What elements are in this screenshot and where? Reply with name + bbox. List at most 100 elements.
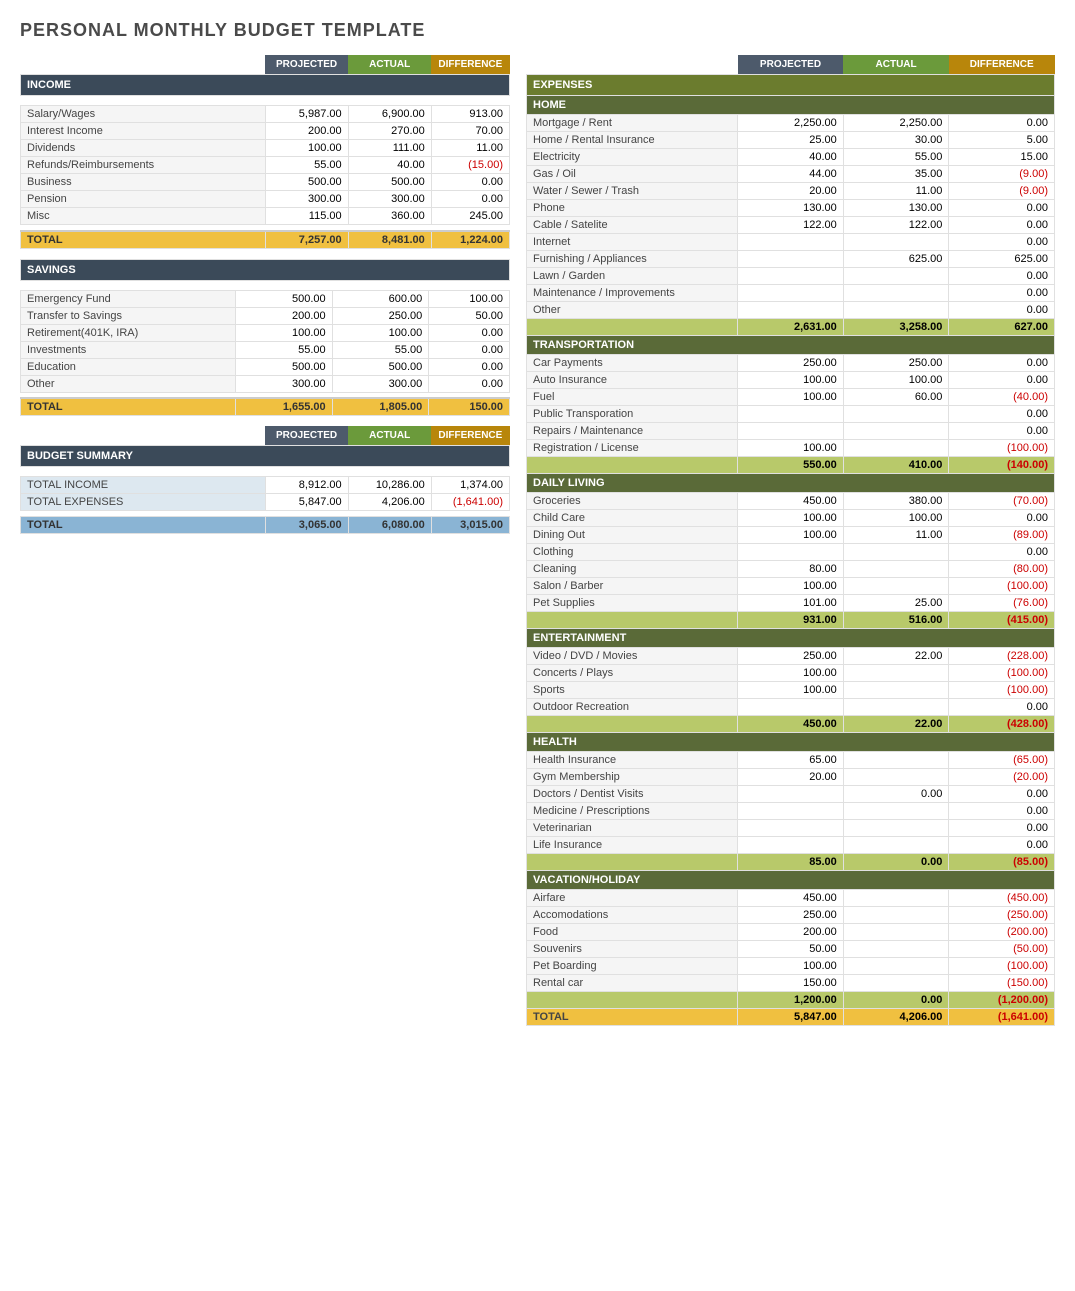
row-difference: 0.00 bbox=[949, 268, 1055, 285]
row-difference: 0.00 bbox=[431, 174, 509, 191]
row-label: Electricity bbox=[527, 149, 738, 166]
expenses-table: PROJECTED ACTUAL DIFFERENCE EXPENSES HOM… bbox=[526, 55, 1055, 1026]
row-projected: 130.00 bbox=[738, 200, 844, 217]
row-actual bbox=[843, 699, 949, 716]
row-projected: 150.00 bbox=[738, 975, 844, 992]
row-label: Souvenirs bbox=[527, 941, 738, 958]
row-label: Interest Income bbox=[21, 123, 266, 140]
row-projected bbox=[738, 251, 844, 268]
row-difference: (200.00) bbox=[949, 924, 1055, 941]
row-label: Lawn / Garden bbox=[527, 268, 738, 285]
bs-row-projected: 5,847.00 bbox=[265, 494, 348, 511]
bs-row-difference: (1,641.00) bbox=[431, 494, 509, 511]
exp-section-total-difference: (428.00) bbox=[949, 716, 1055, 733]
row-label: Business bbox=[21, 174, 266, 191]
row-label: Pet Boarding bbox=[527, 958, 738, 975]
exp-section-total-actual: 0.00 bbox=[843, 854, 949, 871]
row-actual bbox=[843, 820, 949, 837]
exp-sub-header: HEALTH bbox=[527, 733, 1055, 752]
row-actual: 270.00 bbox=[348, 123, 431, 140]
row-difference: (100.00) bbox=[949, 440, 1055, 457]
row-projected: 80.00 bbox=[738, 561, 844, 578]
row-projected: 44.00 bbox=[738, 166, 844, 183]
row-actual: 250.00 bbox=[332, 307, 429, 324]
exp-section-total-difference: (1,200.00) bbox=[949, 992, 1055, 1009]
row-projected bbox=[738, 786, 844, 803]
bs-row-projected: 8,912.00 bbox=[265, 477, 348, 494]
row-projected: 100.00 bbox=[738, 958, 844, 975]
row-label: Pension bbox=[21, 191, 266, 208]
exp-projected-header: PROJECTED bbox=[738, 55, 844, 75]
row-difference: 11.00 bbox=[431, 140, 509, 157]
page-title: PERSONAL MONTHLY BUDGET TEMPLATE bbox=[20, 20, 1055, 41]
row-actual: 122.00 bbox=[843, 217, 949, 234]
row-actual bbox=[843, 285, 949, 302]
row-difference: 0.00 bbox=[949, 200, 1055, 217]
row-difference: 0.00 bbox=[949, 302, 1055, 319]
exp-section-total-difference: (140.00) bbox=[949, 457, 1055, 474]
exp-section-total-actual: 3,258.00 bbox=[843, 319, 949, 336]
savings-section-header: SAVINGS bbox=[21, 259, 510, 280]
exp-sub-header: HOME bbox=[527, 96, 1055, 115]
row-difference: (450.00) bbox=[949, 890, 1055, 907]
row-projected: 200.00 bbox=[738, 924, 844, 941]
row-actual: 600.00 bbox=[332, 290, 429, 307]
row-difference: 70.00 bbox=[431, 123, 509, 140]
row-label: Dividends bbox=[21, 140, 266, 157]
row-actual bbox=[843, 752, 949, 769]
row-label: Dining Out bbox=[527, 527, 738, 544]
row-difference: 245.00 bbox=[431, 208, 509, 225]
row-projected: 500.00 bbox=[236, 358, 333, 375]
expenses-grand-total-actual: 4,206.00 bbox=[843, 1009, 949, 1026]
exp-actual-header: ACTUAL bbox=[843, 55, 949, 75]
row-difference: 0.00 bbox=[949, 837, 1055, 854]
main-layout: PROJECTED ACTUAL DIFFERENCE INCOME Salar… bbox=[20, 55, 1055, 1036]
row-projected: 250.00 bbox=[738, 648, 844, 665]
row-projected: 100.00 bbox=[738, 389, 844, 406]
row-actual bbox=[843, 268, 949, 285]
row-actual: 380.00 bbox=[843, 493, 949, 510]
savings-table: SAVINGS Emergency Fund 500.00 600.00 100… bbox=[20, 259, 510, 417]
row-difference: (9.00) bbox=[949, 183, 1055, 200]
row-projected: 40.00 bbox=[738, 149, 844, 166]
bs-row-label: TOTAL INCOME bbox=[21, 477, 266, 494]
row-difference: 0.00 bbox=[431, 191, 509, 208]
row-projected: 55.00 bbox=[236, 341, 333, 358]
row-projected bbox=[738, 234, 844, 251]
exp-section-total-label bbox=[527, 854, 738, 871]
row-label: Fuel bbox=[527, 389, 738, 406]
exp-sub-header: TRANSPORTATION bbox=[527, 336, 1055, 355]
row-label: Video / DVD / Movies bbox=[527, 648, 738, 665]
row-projected: 450.00 bbox=[738, 890, 844, 907]
row-label: Pet Supplies bbox=[527, 595, 738, 612]
row-difference: (70.00) bbox=[949, 493, 1055, 510]
exp-difference-header: DIFFERENCE bbox=[949, 55, 1055, 75]
row-actual: 360.00 bbox=[348, 208, 431, 225]
row-difference: 0.00 bbox=[949, 285, 1055, 302]
row-projected: 450.00 bbox=[738, 493, 844, 510]
bs-row-label: TOTAL EXPENSES bbox=[21, 494, 266, 511]
row-difference: 0.00 bbox=[429, 324, 510, 341]
row-label: Misc bbox=[21, 208, 266, 225]
total-difference: 3,015.00 bbox=[431, 517, 509, 534]
row-difference: 5.00 bbox=[949, 132, 1055, 149]
budget-summary-header: BUDGET SUMMARY bbox=[21, 446, 510, 467]
row-projected bbox=[738, 803, 844, 820]
row-actual: 130.00 bbox=[843, 200, 949, 217]
row-label: Phone bbox=[527, 200, 738, 217]
row-projected bbox=[738, 406, 844, 423]
exp-section-total-difference: (415.00) bbox=[949, 612, 1055, 629]
row-projected: 250.00 bbox=[738, 907, 844, 924]
row-difference: 0.00 bbox=[949, 217, 1055, 234]
total-actual: 1,805.00 bbox=[332, 398, 429, 416]
exp-section-total-projected: 85.00 bbox=[738, 854, 844, 871]
row-actual bbox=[843, 561, 949, 578]
row-difference: (100.00) bbox=[949, 958, 1055, 975]
row-label: Airfare bbox=[527, 890, 738, 907]
bs-row-difference: 1,374.00 bbox=[431, 477, 509, 494]
income-difference-header: DIFFERENCE bbox=[431, 55, 509, 75]
row-projected: 200.00 bbox=[236, 307, 333, 324]
row-actual bbox=[843, 769, 949, 786]
row-actual bbox=[843, 924, 949, 941]
row-actual: 500.00 bbox=[332, 358, 429, 375]
